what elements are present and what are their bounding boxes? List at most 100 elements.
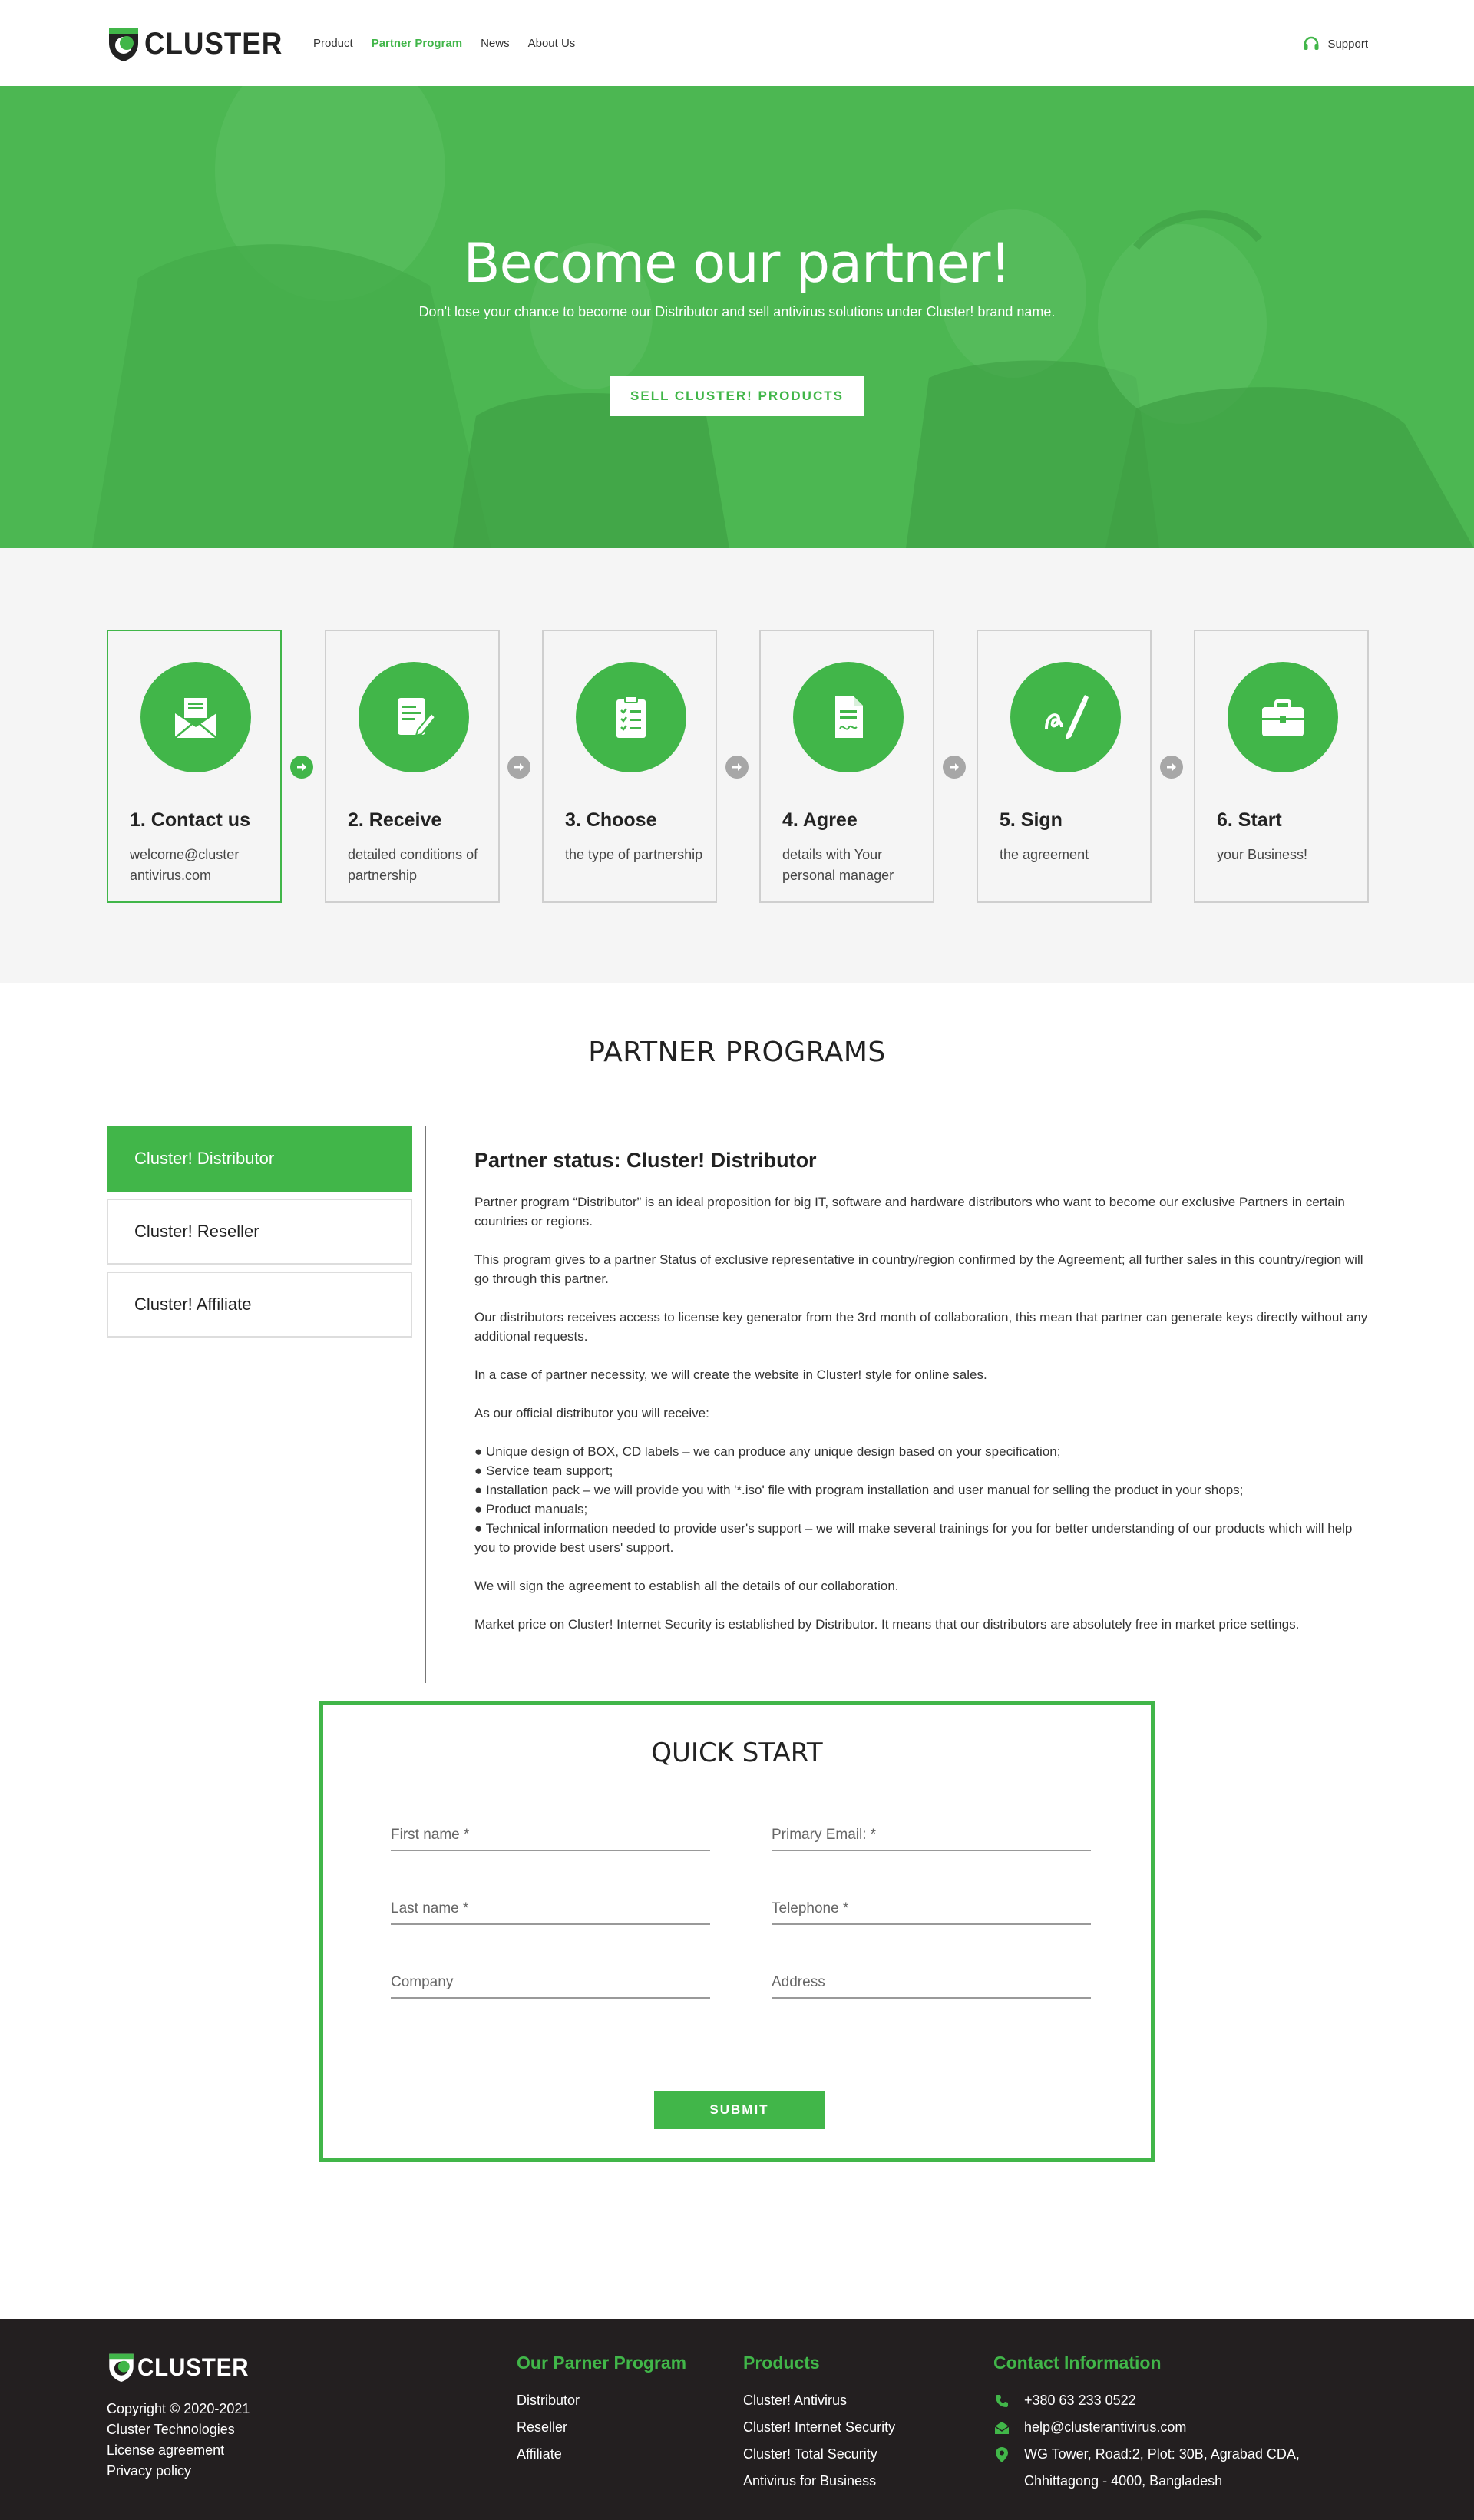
contact-email[interactable]: help@clusterantivirus.com — [993, 2414, 1300, 2441]
partnership-steps: 1. Contact us welcome@cluster antivirus.… — [0, 548, 1474, 983]
first-name-field — [391, 1821, 710, 1851]
program-paragraph: In a case of partner necessity, we will … — [474, 1367, 987, 1382]
support-label: Support — [1327, 37, 1368, 51]
company-name: Cluster Technologies — [107, 2422, 235, 2437]
location-pin-icon — [993, 2441, 1010, 2468]
step-agree[interactable]: 4. Agree details with Your personal mana… — [759, 630, 934, 903]
briefcase-icon — [1262, 699, 1304, 736]
footer-heading: Products — [743, 2353, 820, 2373]
submit-button[interactable]: SUBMIT — [654, 2091, 825, 2129]
sell-products-button[interactable]: SELL CLUSTER! PRODUCTS — [610, 376, 864, 416]
footer-link-business[interactable]: Antivirus for Business — [743, 2468, 895, 2495]
footer-contact-column: Contact Information +380 63 233 0522 hel… — [993, 2353, 1300, 2495]
signature-pen-icon — [1045, 695, 1089, 739]
step-title: 3. Choose — [565, 809, 657, 831]
footer-link-affiliate[interactable]: Affiliate — [517, 2441, 686, 2468]
nav-product[interactable]: Product — [313, 37, 353, 50]
arrow-right-icon — [943, 756, 966, 779]
hero-title: Become our partner! — [463, 232, 1012, 295]
step-title: 5. Sign — [1000, 809, 1063, 831]
footer-logo[interactable]: CLUSTER — [107, 2351, 259, 2383]
footer-link-total-security[interactable]: Cluster! Total Security — [743, 2441, 895, 2468]
step-title: 4. Agree — [782, 809, 858, 831]
arrow-right-icon — [290, 756, 313, 779]
divider — [425, 1126, 426, 1683]
clipboard-checklist-icon — [616, 696, 646, 738]
footer-link-distributor[interactable]: Distributor — [517, 2387, 686, 2414]
brand-name: CLUSTER — [137, 2353, 250, 2381]
quick-start-form: QUICK START SUBMIT — [319, 1701, 1155, 2162]
arrow-right-icon — [1160, 756, 1183, 779]
step-description: details with Your personal manager — [782, 847, 894, 883]
contact-address: WG Tower, Road:2, Plot: 30B, Agrabad CDA… — [993, 2441, 1300, 2495]
program-details: Partner status: Cluster! Distributor Par… — [474, 1149, 1369, 1653]
support-link[interactable]: Support — [1303, 35, 1368, 52]
brand-name: CLUSTER — [144, 26, 283, 61]
nav-news[interactable]: News — [481, 37, 510, 50]
email-input[interactable] — [772, 1821, 1091, 1850]
step-title: 1. Contact us — [130, 809, 250, 831]
step-title: 6. Start — [1217, 809, 1282, 831]
benefit-item: ● Technical information needed to provid… — [474, 1521, 1353, 1555]
document-pen-icon — [398, 698, 437, 737]
email-field — [772, 1821, 1091, 1851]
nav-about-us[interactable]: About Us — [528, 37, 576, 50]
step-choose[interactable]: 3. Choose the type of partnership — [542, 630, 717, 903]
shield-logo-icon — [109, 2353, 134, 2382]
footer-link-internet-security[interactable]: Cluster! Internet Security — [743, 2414, 895, 2441]
nav-partner-program[interactable]: Partner Program — [372, 37, 462, 50]
tab-reseller[interactable]: Cluster! Reseller — [107, 1199, 412, 1265]
privacy-link[interactable]: Privacy policy — [107, 2461, 250, 2482]
site-header: CLUSTER Product Partner Program News Abo… — [0, 0, 1474, 86]
step-contact-us[interactable]: 1. Contact us welcome@cluster antivirus.… — [107, 630, 282, 903]
company-field — [391, 1968, 710, 1999]
footer-heading: Contact Information — [993, 2353, 1162, 2373]
arrow-right-icon — [725, 756, 749, 779]
benefit-item: ● Unique design of BOX, CD labels – we c… — [474, 1444, 1061, 1459]
telephone-input[interactable] — [772, 1894, 1091, 1923]
step-description: welcome@cluster antivirus.com — [130, 847, 240, 883]
signed-document-icon — [835, 696, 863, 738]
benefit-item: ● Product manuals; — [474, 1502, 588, 1516]
brand-logo[interactable]: CLUSTER — [106, 25, 295, 63]
hero-banner: Become our partner! Don't lose your chan… — [0, 86, 1474, 548]
section-title: PARTNER PROGRAMS — [588, 1037, 886, 1068]
benefit-item: ● Service team support; — [474, 1463, 613, 1478]
program-title: Partner status: Cluster! Distributor — [474, 1149, 817, 1172]
footer-products-column: Products Cluster! Antivirus Cluster! Int… — [743, 2353, 895, 2495]
step-sign[interactable]: 5. Sign the agreement — [977, 630, 1152, 903]
company-input[interactable] — [391, 1968, 710, 1997]
step-icon-circle — [576, 662, 686, 772]
phone-icon — [993, 2387, 1010, 2414]
tab-distributor[interactable]: Cluster! Distributor — [107, 1126, 412, 1192]
address-line: WG Tower, Road:2, Plot: 30B, Agrabad CDA… — [1024, 2446, 1300, 2462]
step-start[interactable]: 6. Start your Business! — [1194, 630, 1369, 903]
program-paragraph: We will sign the agreement to establish … — [474, 1579, 899, 1593]
address-input[interactable] — [772, 1968, 1091, 1997]
benefit-item: ● Installation pack – we will provide yo… — [474, 1483, 1244, 1497]
program-paragraph: This program gives to a partner Status o… — [474, 1252, 1363, 1286]
quick-start-section: QUICK START SUBMIT — [0, 1689, 1474, 2319]
site-footer: CLUSTER Copyright © 2020-2021 Cluster Te… — [0, 2319, 1474, 2520]
step-icon-circle — [793, 662, 904, 772]
program-paragraph: Partner program “Distributor” is an idea… — [474, 1195, 1345, 1229]
step-description: the type of partnership — [565, 847, 703, 862]
headset-icon — [1304, 36, 1319, 50]
footer-link-antivirus[interactable]: Cluster! Antivirus — [743, 2387, 895, 2414]
tab-affiliate[interactable]: Cluster! Affiliate — [107, 1272, 412, 1338]
main-nav: Product Partner Program News About Us — [313, 37, 593, 50]
first-name-input[interactable] — [391, 1821, 710, 1850]
contact-phone[interactable]: +380 63 233 0522 — [993, 2387, 1300, 2414]
program-paragraph: As our official distributor you will rec… — [474, 1406, 709, 1420]
footer-partner-column: Our Parner Program Distributor Reseller … — [517, 2353, 686, 2468]
last-name-input[interactable] — [391, 1894, 710, 1923]
phone-number: +380 63 233 0522 — [1024, 2393, 1136, 2408]
license-link[interactable]: License agreement — [107, 2440, 250, 2461]
shield-logo-icon — [109, 28, 138, 61]
form-title: QUICK START — [651, 1738, 823, 1768]
step-description: detailed conditions of partnership — [348, 847, 478, 883]
step-receive[interactable]: 2. Receive detailed conditions of partne… — [325, 630, 500, 903]
footer-link-reseller[interactable]: Reseller — [517, 2414, 686, 2441]
hero-subtitle: Don't lose your chance to become our Dis… — [418, 304, 1056, 319]
partner-programs-section: PARTNER PROGRAMS Cluster! Distributor Cl… — [0, 983, 1474, 1689]
